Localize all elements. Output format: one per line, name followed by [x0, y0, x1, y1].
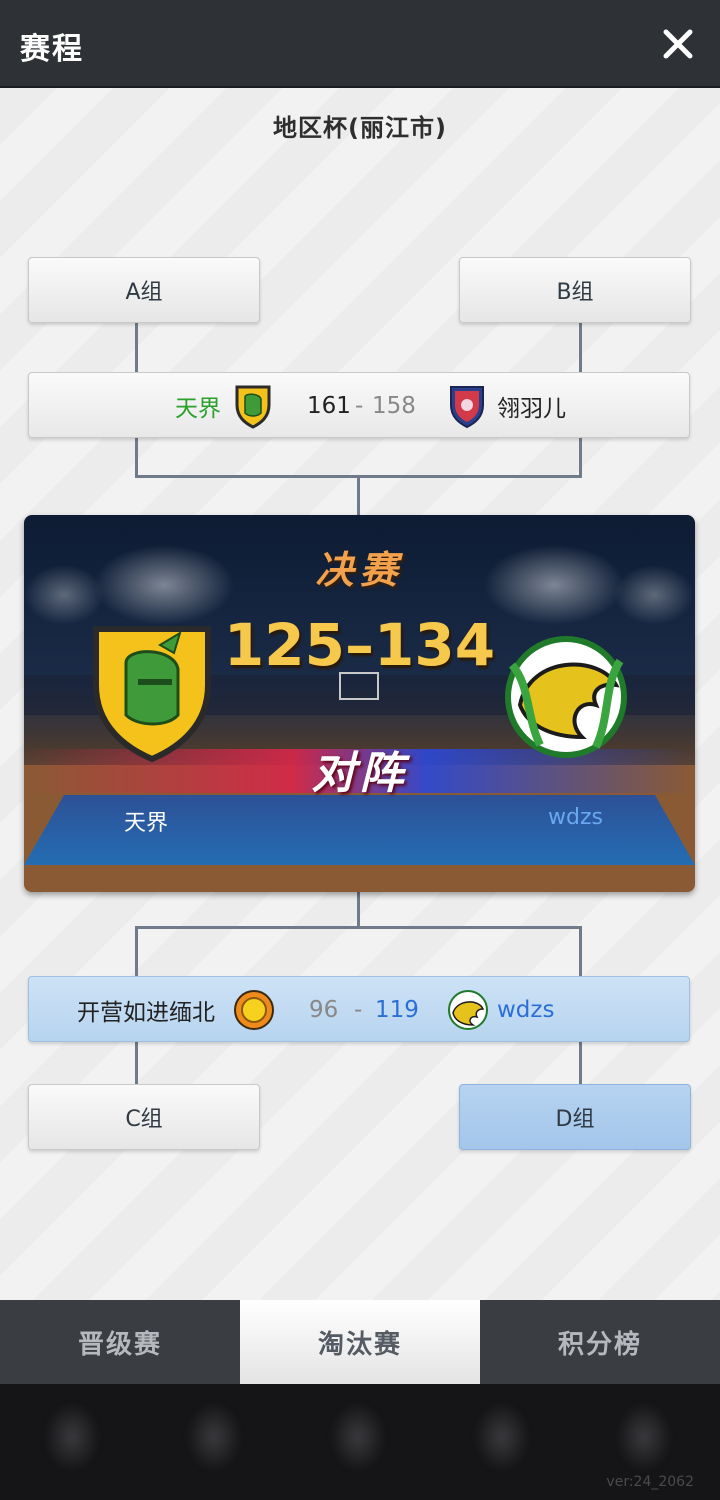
bracket-area: 地区杯(丽江市) A组 B组 C组 D组 天界 161 - 158 翎羽儿 决赛… — [0, 88, 720, 1300]
group-c-box[interactable]: C组 — [28, 1084, 260, 1150]
bracket-line — [135, 926, 138, 976]
tab-bar: 晋级赛 淘汰赛 积分榜 — [0, 1300, 720, 1384]
bracket-line — [135, 926, 582, 929]
tab-standings[interactable]: 积分榜 — [480, 1300, 720, 1384]
bracket-line — [579, 438, 582, 478]
tab-promotion[interactable]: 晋级赛 — [0, 1300, 240, 1384]
bracket-line — [579, 323, 582, 373]
sun-emblem-icon — [233, 977, 275, 1043]
blurred-nav-icon — [474, 1402, 530, 1472]
final-label: 决赛 — [315, 548, 404, 592]
semifinal-top[interactable]: 天界 161 - 158 翎羽儿 — [28, 372, 690, 438]
score-right: 119 — [375, 997, 419, 1023]
bracket-line — [579, 926, 582, 976]
score-left: 96 — [309, 997, 339, 1023]
blurred-nav-icon — [186, 1402, 242, 1472]
team-name-left: 天界 — [175, 396, 221, 422]
score-right: 158 — [372, 393, 416, 419]
knight-shield-icon — [233, 373, 273, 439]
header-bar: 赛程 — [0, 0, 720, 88]
semifinal-bottom[interactable]: 开营如进缅北 96 - 119 wdzs — [28, 976, 690, 1042]
version-label: ver:24_2062 — [606, 1474, 694, 1490]
cup-title: 地区杯(丽江市) — [273, 114, 447, 142]
final-match-card[interactable]: 决赛 125–134 对阵 天界 wdzs — [24, 515, 695, 892]
score-left: 161 — [307, 393, 351, 419]
bottom-nav-blurred: ver:24_2062 — [0, 1384, 720, 1500]
team-name-left: 开营如进缅北 — [77, 1000, 215, 1026]
final-score-left: 125 — [223, 611, 345, 679]
bracket-line — [357, 478, 360, 515]
dragon-emblem-icon — [447, 977, 489, 1043]
bracket-line — [135, 323, 138, 373]
group-a-box[interactable]: A组 — [28, 257, 260, 323]
versus-label: 对阵 — [311, 748, 408, 799]
blurred-nav-icon — [44, 1402, 100, 1472]
score-separator: - — [355, 393, 364, 419]
rabbit-shield-icon — [447, 373, 487, 439]
bracket-line — [135, 438, 138, 478]
group-b-box[interactable]: B组 — [459, 257, 691, 323]
group-d-box[interactable]: D组 — [459, 1084, 691, 1150]
team-name-right: wdzs — [497, 997, 555, 1023]
bracket-line — [579, 1041, 582, 1086]
tab-knockout[interactable]: 淘汰赛 — [240, 1300, 480, 1384]
blurred-nav-icon — [616, 1402, 672, 1472]
final-team-right: wdzs — [548, 805, 603, 830]
final-score-dash: – — [345, 611, 374, 679]
score-separator: - — [354, 997, 363, 1023]
page-title: 赛程 — [20, 32, 84, 67]
bracket-line — [135, 1041, 138, 1086]
bracket-line — [357, 892, 360, 928]
close-icon[interactable] — [658, 24, 698, 64]
team-name-right: 翎羽儿 — [497, 396, 566, 422]
blurred-nav-icon — [330, 1402, 386, 1472]
final-team-left: 天界 — [124, 811, 169, 836]
final-score-right: 134 — [374, 611, 496, 679]
